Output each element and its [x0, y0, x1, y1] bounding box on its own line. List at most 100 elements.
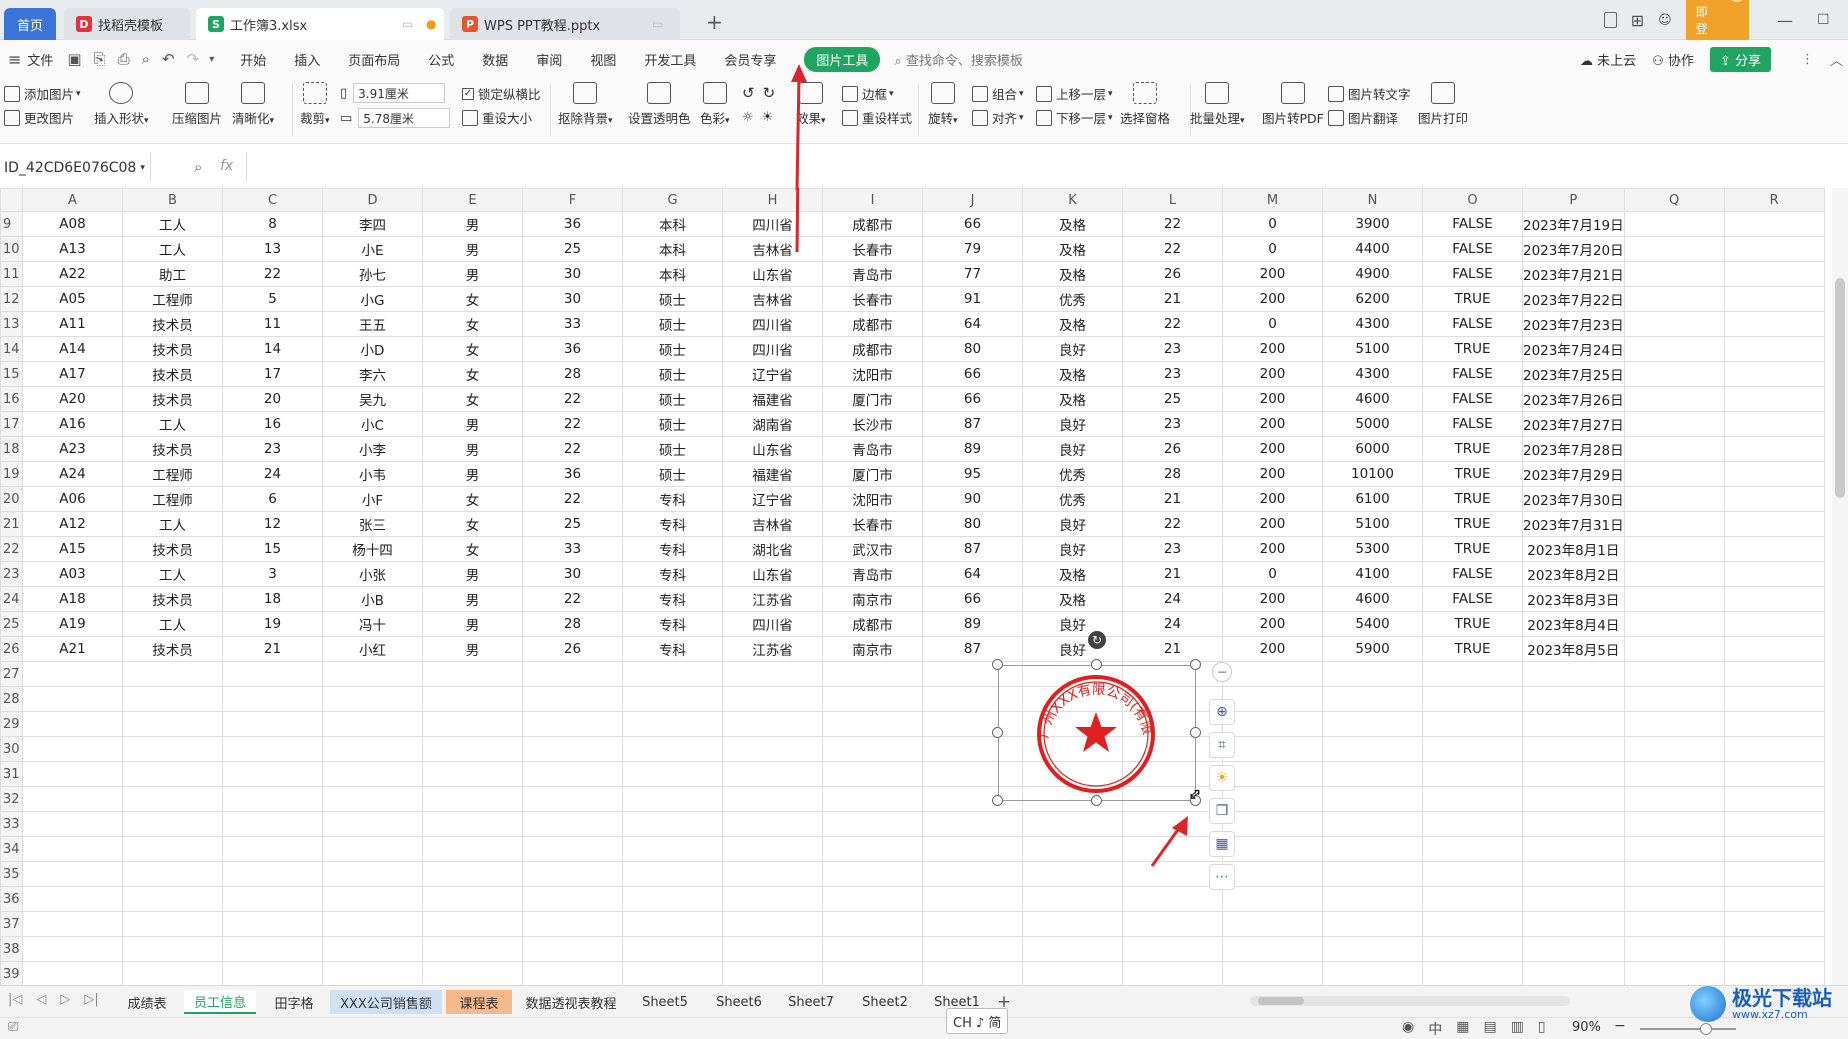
zoom-slider[interactable]: [1640, 1023, 1736, 1035]
set-transparent-button[interactable]: 设置透明色: [628, 82, 691, 127]
bring-forward-button[interactable]: 上移一层 ▾: [1036, 84, 1113, 103]
normal-view-icon[interactable]: ▦: [1456, 1019, 1469, 1039]
reset-size-button[interactable]: 重设大小: [462, 108, 532, 127]
tab-ppt[interactable]: P WPS PPT教程.pptx ▭: [450, 8, 680, 40]
sheet-tab[interactable]: 数据透视表教程: [516, 990, 626, 1014]
change-picture-button[interactable]: 更改图片: [4, 108, 74, 127]
input-mode-icon[interactable]: 中: [1428, 1019, 1442, 1039]
horizontal-scrollbar[interactable]: [1250, 996, 1570, 1006]
color-button[interactable]: 色彩▾: [700, 82, 730, 127]
last-sheet-icon[interactable]: ▷|: [84, 992, 98, 1007]
clarity-button[interactable]: 清晰化▾: [232, 82, 274, 127]
to-text-button[interactable]: 图片转文字: [1328, 84, 1411, 103]
width-input[interactable]: 3.91厘米: [353, 83, 446, 103]
sheet-tab[interactable]: Sheet6: [704, 990, 774, 1014]
grid-apps-icon[interactable]: ⊞: [1631, 11, 1644, 30]
monitor-icon[interactable]: ▭: [652, 17, 663, 31]
batch-process-button[interactable]: 批量处理▾: [1190, 82, 1245, 127]
sheet-tab-active[interactable]: 员工信息: [184, 990, 256, 1014]
insert-shape-button[interactable]: 插入形状▾: [94, 82, 149, 127]
page-break-view-icon[interactable]: ▥: [1511, 1019, 1524, 1039]
spreadsheet-grid[interactable]: ABCDEFGHIJKLMNOPQR 9 A08 工人 8 李四男 36 本科 四川省 成都市 6…: [0, 188, 1832, 985]
macro-record-icon[interactable]: ⎚: [8, 1020, 18, 1035]
contrast-icon[interactable]: ☀: [762, 110, 774, 125]
vertical-scrollbar[interactable]: [1832, 188, 1848, 985]
sheet-tab[interactable]: Sheet2: [850, 990, 920, 1014]
more-icon[interactable]: ⋮: [1801, 52, 1814, 67]
menu-insert[interactable]: 插入: [294, 50, 320, 69]
name-box[interactable]: ID_42CD6E076C08 ▾: [2, 156, 148, 180]
crop-button[interactable]: 裁剪▾: [300, 82, 330, 127]
rotate-button[interactable]: 旋转▾: [928, 82, 958, 127]
menu-developer[interactable]: 开发工具: [644, 50, 696, 69]
new-tab-button[interactable]: +: [706, 10, 723, 34]
undo-icon[interactable]: ↶: [162, 50, 175, 68]
fx-icon[interactable]: fx: [220, 158, 233, 174]
ime-indicator[interactable]: CH ♪ 简: [946, 1008, 1009, 1034]
next-sheet-icon[interactable]: ▷: [60, 992, 70, 1007]
align-button[interactable]: 对齐 ▾: [972, 108, 1024, 127]
sheet-tab[interactable]: 课程表: [446, 990, 512, 1014]
brightness-icon[interactable]: ☼: [742, 110, 754, 125]
width-field[interactable]: ▯ 3.91厘米: [340, 83, 446, 103]
translate-button[interactable]: 图片翻译: [1328, 108, 1398, 127]
user-icon[interactable]: ☺: [1658, 13, 1672, 28]
remove-background-button[interactable]: 抠除背景▾: [558, 82, 613, 127]
collapse-ribbon-icon[interactable]: ︿: [1830, 50, 1843, 69]
lock-ratio-checkbox[interactable]: ✓ 锁定纵横比: [462, 84, 541, 103]
export-icon[interactable]: ⎘: [94, 50, 106, 68]
print-icon[interactable]: ⎙: [118, 50, 130, 68]
border-button[interactable]: 边框 ▾: [842, 84, 894, 103]
first-sheet-icon[interactable]: |◁: [8, 992, 22, 1007]
tab-docer-template[interactable]: D 找稻壳模板: [64, 8, 190, 40]
menu-formulas[interactable]: 公式: [428, 50, 454, 69]
share-button[interactable]: ⇪ 分享: [1709, 46, 1772, 72]
cloud-status[interactable]: ☁ 未上云: [1580, 50, 1636, 69]
sheet-tab[interactable]: 田字格: [260, 990, 328, 1014]
zoom-slider-thumb[interactable]: [1700, 1023, 1712, 1035]
group-button[interactable]: 组合 ▾: [972, 84, 1024, 103]
file-menu[interactable]: ≡ 文件: [8, 50, 53, 69]
menu-view[interactable]: 视图: [590, 50, 616, 69]
collab-button[interactable]: ⚇ 协作: [1652, 50, 1694, 69]
formula-input[interactable]: [246, 152, 1830, 182]
scrollbar-thumb[interactable]: [1258, 997, 1304, 1005]
eye-protection-icon[interactable]: ◉: [1402, 1019, 1414, 1039]
chevron-down-icon[interactable]: ▾: [209, 54, 214, 65]
tab-workbook[interactable]: S 工作簿3.xlsx ▭ ●: [196, 8, 444, 40]
reset-style-button[interactable]: 重设样式: [842, 108, 912, 127]
zoom-level[interactable]: 90%: [1572, 1020, 1601, 1035]
maximize-icon[interactable]: ☐: [1817, 12, 1830, 28]
picture-print-button[interactable]: 图片打印: [1418, 82, 1468, 127]
compress-picture-button[interactable]: 压缩图片: [172, 82, 222, 127]
to-pdf-button[interactable]: 图片转PDF: [1262, 82, 1324, 127]
zoom-icon[interactable]: ⌕: [194, 158, 202, 176]
minimize-icon[interactable]: —: [1777, 11, 1793, 30]
reading-mode-icon[interactable]: ▯: [1538, 1019, 1546, 1039]
sheet-tab[interactable]: Sheet5: [630, 990, 700, 1014]
save-icon[interactable]: ▣: [67, 50, 81, 68]
zoom-out-icon[interactable]: −: [1614, 1018, 1626, 1034]
rotate-left-icon[interactable]: ↺: [742, 84, 755, 102]
menu-review[interactable]: 审阅: [536, 50, 562, 69]
command-search[interactable]: ⌕ 查找命令、搜索模板: [894, 50, 1022, 69]
menu-data[interactable]: 数据: [482, 50, 508, 69]
sheet-tab[interactable]: 成绩表: [114, 990, 180, 1014]
menu-start[interactable]: 开始: [240, 50, 266, 69]
prev-sheet-icon[interactable]: ◁: [36, 992, 46, 1007]
rotate-right-icon[interactable]: ↻: [763, 84, 776, 102]
add-picture-button[interactable]: 添加图片 ▾: [4, 84, 81, 103]
tab-home[interactable]: 首页: [4, 8, 56, 40]
selection-pane-button[interactable]: 选择窗格: [1120, 82, 1170, 127]
redo-icon[interactable]: ↷: [187, 50, 200, 68]
height-input[interactable]: 5.78厘米: [358, 108, 451, 128]
sheet-tab[interactable]: Sheet7: [776, 990, 846, 1014]
sheet-tab[interactable]: XXX公司销售额: [330, 990, 442, 1014]
page-layout-view-icon[interactable]: ▤: [1483, 1019, 1496, 1039]
scrollbar-thumb[interactable]: [1835, 278, 1845, 498]
height-field[interactable]: ▭ 5.78厘米: [340, 108, 451, 128]
preview-icon[interactable]: ⌕: [142, 50, 150, 68]
menu-member[interactable]: 会员专享: [724, 50, 776, 69]
menu-page-layout[interactable]: 页面布局: [348, 50, 400, 69]
layout-icon[interactable]: [1604, 12, 1617, 28]
